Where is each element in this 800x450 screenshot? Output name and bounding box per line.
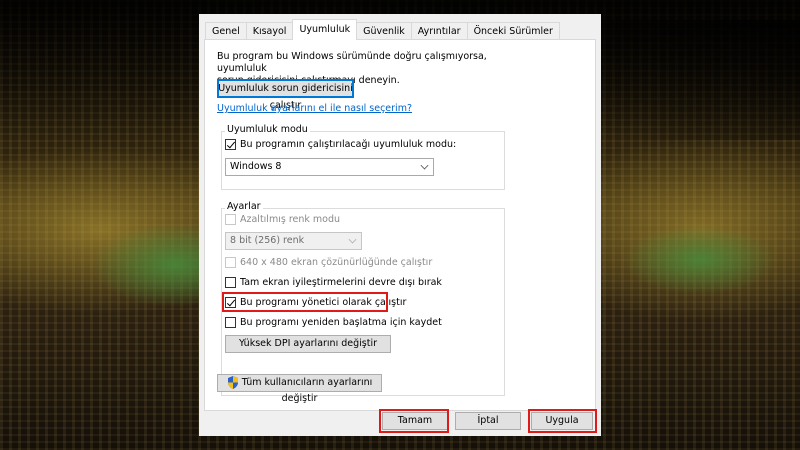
fullscreen-opt-checkbox[interactable] xyxy=(225,277,236,288)
compat-os-select[interactable]: Windows 8 xyxy=(225,158,434,176)
register-restart-label: Bu programı yeniden başlatma için kaydet xyxy=(240,317,442,328)
compat-os-value: Windows 8 xyxy=(230,161,282,172)
register-restart-checkbox[interactable] xyxy=(225,317,236,328)
resolution-640-label: 640 x 480 ekran çözünürlüğünde çalıştır xyxy=(240,257,433,268)
reduced-color-checkbox xyxy=(225,214,236,225)
fullscreen-opt-label: Tam ekran iyileştirmelerini devre dışı b… xyxy=(240,277,442,288)
compat-mode-title: Uyumluluk modu xyxy=(225,124,310,135)
reduced-color-row: Azaltılmış renk modu xyxy=(225,214,340,225)
compat-mode-row[interactable]: Bu programın çalıştırılacağı uyumluluk m… xyxy=(225,139,456,150)
compat-mode-label: Bu programın çalıştırılacağı uyumluluk m… xyxy=(240,139,457,150)
highlight-run-as-admin xyxy=(222,292,388,312)
compatibility-panel: Bu program bu Windows sürümünde doğru ça… xyxy=(204,39,596,411)
high-dpi-button[interactable]: Yüksek DPI ayarlarını değiştir xyxy=(225,335,391,353)
tab-strip: Genel Kısayol Uyumluluk Güvenlik Ayrıntı… xyxy=(205,19,560,40)
cancel-button[interactable]: İptal xyxy=(455,412,521,430)
resolution-640-row: 640 x 480 ekran çözünürlüğünde çalıştır xyxy=(225,257,432,268)
all-users-button[interactable]: Tüm kullanıcıların ayarlarını değiştir xyxy=(217,374,382,404)
resolution-640-checkbox xyxy=(225,257,236,268)
uac-shield-icon xyxy=(227,376,238,389)
compat-mode-checkbox[interactable] xyxy=(225,139,236,150)
properties-dialog: Genel Kısayol Uyumluluk Güvenlik Ayrıntı… xyxy=(199,14,601,436)
tab-ayrintilar[interactable]: Ayrıntılar xyxy=(410,22,468,40)
chevron-down-icon xyxy=(348,235,357,244)
color-depth-select: 8 bit (256) renk xyxy=(225,232,362,250)
tab-kisayol[interactable]: Kısayol xyxy=(245,22,294,40)
tab-guvenlik[interactable]: Güvenlik xyxy=(356,22,412,40)
tab-onceki-surumler[interactable]: Önceki Sürümler xyxy=(466,22,560,40)
manual-settings-link[interactable]: Uyumluluk ayarlarını el ile nasıl seçeri… xyxy=(217,103,412,114)
all-users-label: Tüm kullanıcıların ayarlarını değiştir xyxy=(241,377,373,404)
highlight-ok xyxy=(379,409,449,433)
chevron-down-icon xyxy=(420,161,429,170)
tab-genel[interactable]: Genel xyxy=(205,22,247,40)
tab-uyumluluk[interactable]: Uyumluluk xyxy=(292,19,358,40)
stadium-roof-shadow-right xyxy=(600,20,800,140)
reduced-color-label: Azaltılmış renk modu xyxy=(240,214,341,225)
run-troubleshooter-button[interactable]: Uyumluluk sorun gidericisini çalıştır xyxy=(217,79,354,111)
highlight-apply xyxy=(528,409,597,433)
color-depth-value: 8 bit (256) renk xyxy=(230,235,305,246)
settings-title: Ayarlar xyxy=(225,201,263,212)
register-restart-row[interactable]: Bu programı yeniden başlatma için kaydet xyxy=(225,317,442,328)
intro-line-1: Bu program bu Windows sürümünde doğru ça… xyxy=(217,51,487,74)
fullscreen-opt-row[interactable]: Tam ekran iyileştirmelerini devre dışı b… xyxy=(225,277,442,288)
